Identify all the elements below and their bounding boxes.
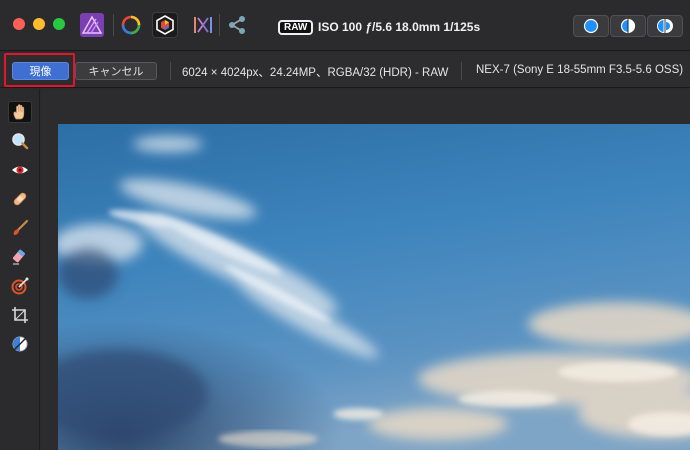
red-eye-tool-icon bbox=[12, 166, 28, 174]
crop-tool-icon bbox=[12, 307, 28, 323]
mirror-view-button[interactable] bbox=[647, 15, 683, 37]
raw-photo-canvas[interactable] bbox=[58, 124, 690, 450]
develop-persona-icon bbox=[156, 15, 174, 35]
overlay-paint-tool[interactable] bbox=[8, 217, 32, 239]
overlay-gradient-tool[interactable] bbox=[8, 275, 32, 297]
overlay-erase-tool-icon bbox=[12, 249, 25, 265]
zoom-tool-icon bbox=[12, 133, 29, 150]
tools-panel bbox=[0, 89, 40, 450]
overlay-erase-tool[interactable] bbox=[8, 246, 32, 268]
export-persona-button[interactable] bbox=[224, 12, 250, 38]
raw-badge: RAW bbox=[278, 20, 314, 35]
single-view-icon bbox=[583, 18, 599, 34]
tone-mapping-icon bbox=[194, 17, 212, 33]
minimize-window-button[interactable] bbox=[33, 18, 45, 30]
white-balance-tool-icon bbox=[12, 336, 28, 352]
zoom-tool[interactable] bbox=[8, 130, 32, 152]
camera-lens-info: NEX-7 (Sony E 18-55mm F3.5-5.6 OSS) bbox=[476, 64, 684, 76]
overlay-paint-tool-icon bbox=[13, 219, 29, 235]
exif-info: ISO 100 ƒ/5.6 18.0mm 1/125s bbox=[318, 20, 481, 34]
develop-persona-button[interactable] bbox=[152, 12, 178, 38]
hand-tool-icon bbox=[13, 104, 25, 120]
tone-mapping-persona-button[interactable] bbox=[190, 12, 216, 38]
zoom-window-button[interactable] bbox=[53, 18, 65, 30]
develop-button[interactable]: 現像 bbox=[12, 62, 69, 80]
white-balance-tool[interactable] bbox=[8, 333, 32, 355]
mirror-view-icon bbox=[657, 18, 673, 34]
hand-tool[interactable] bbox=[8, 101, 32, 123]
split-view-button[interactable] bbox=[610, 15, 646, 37]
sky-photo bbox=[58, 124, 690, 450]
blemish-removal-tool[interactable] bbox=[8, 188, 32, 210]
liquify-persona-button[interactable] bbox=[118, 12, 144, 38]
photo-persona-button[interactable] bbox=[79, 12, 105, 38]
close-window-button[interactable] bbox=[13, 18, 25, 30]
crop-tool[interactable] bbox=[8, 304, 32, 326]
split-view-icon bbox=[620, 18, 636, 34]
share-icon bbox=[229, 16, 245, 34]
image-info: 6024 × 4024px、24.24MP、RGBA/32 (HDR) - RA… bbox=[182, 67, 449, 79]
title-bar: RAW ISO 100 ƒ/5.6 18.0mm 1/125s bbox=[0, 0, 690, 51]
overlay-gradient-tool-icon bbox=[11, 277, 29, 295]
cancel-button[interactable]: キャンセル bbox=[75, 62, 157, 80]
blemish-removal-tool-icon bbox=[13, 192, 27, 206]
red-eye-tool[interactable] bbox=[8, 159, 32, 181]
affinity-photo-icon bbox=[80, 13, 104, 37]
color-wheel-icon bbox=[121, 15, 141, 35]
single-view-button[interactable] bbox=[573, 15, 609, 37]
